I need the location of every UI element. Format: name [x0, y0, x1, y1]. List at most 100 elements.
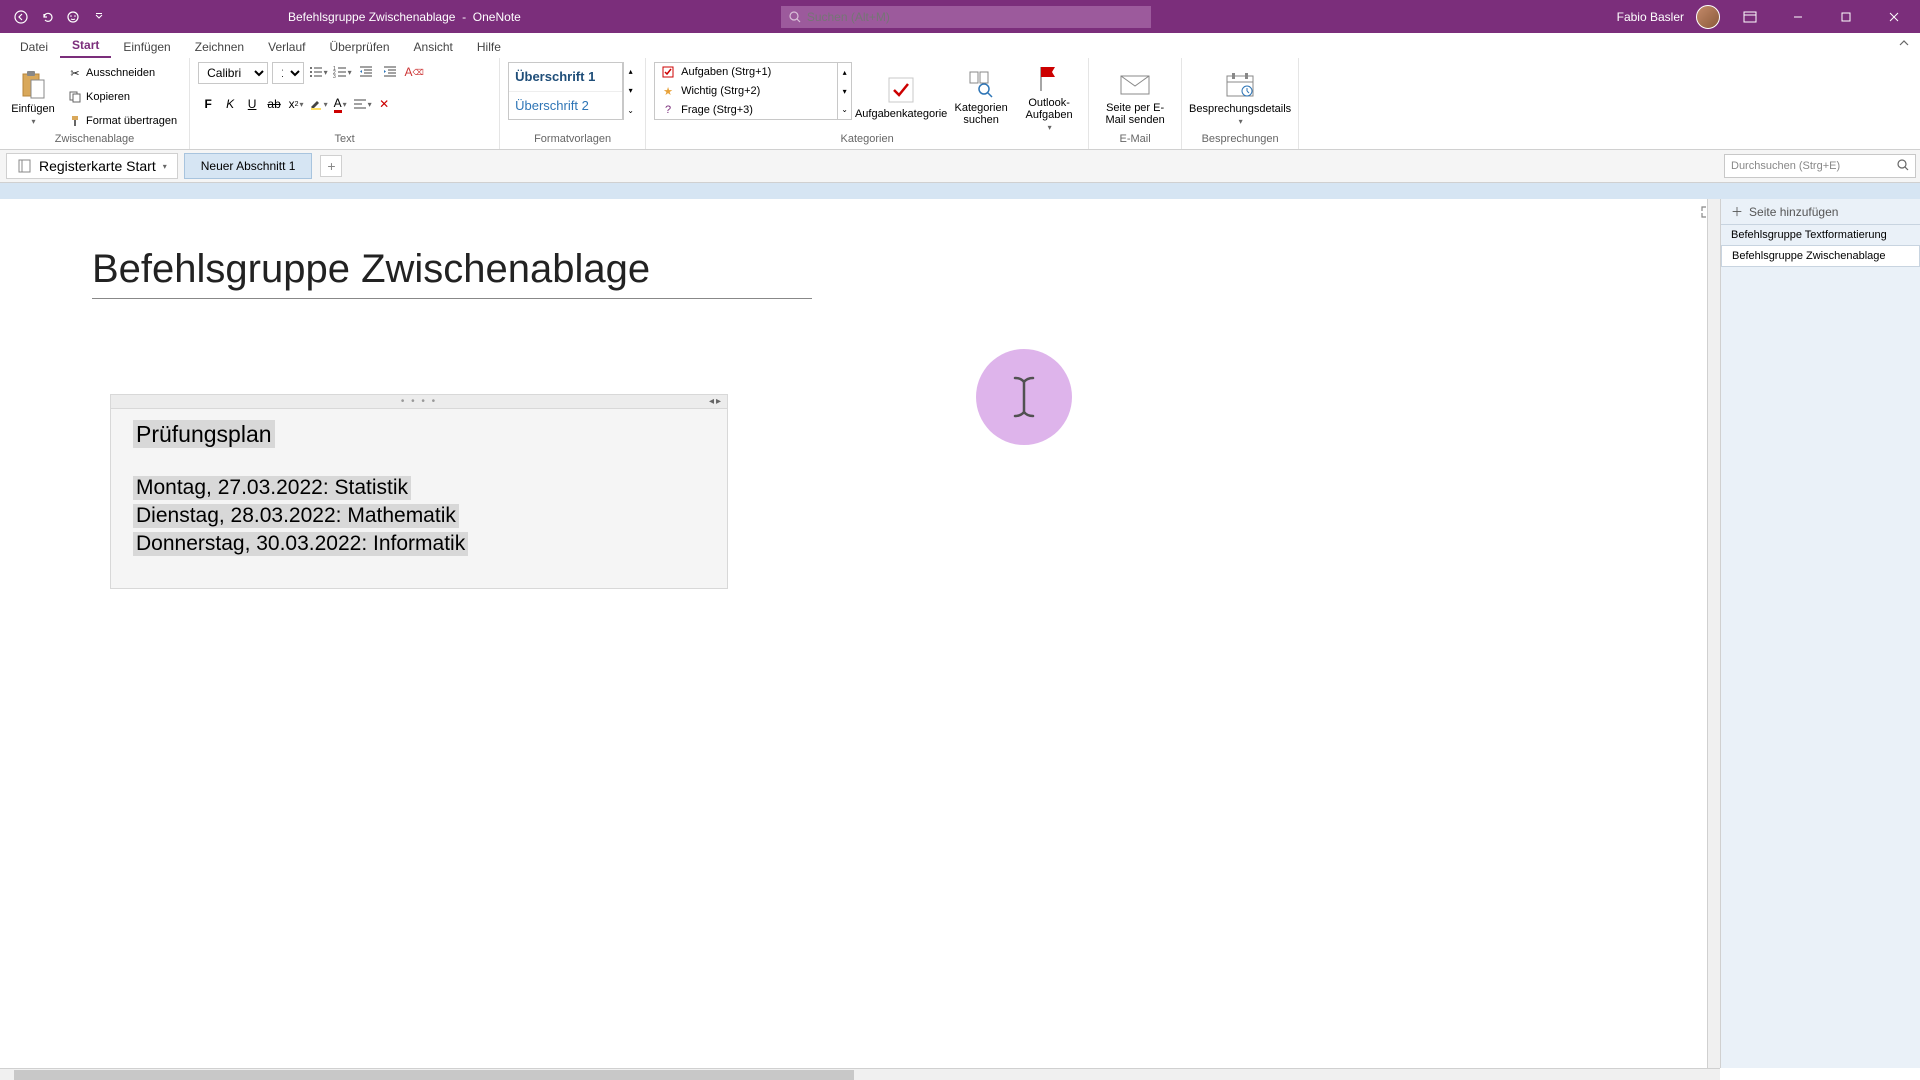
- font-name-select[interactable]: Calibri: [198, 62, 268, 84]
- ribbon-mode-icon[interactable]: [1732, 5, 1768, 29]
- notebook-dropdown[interactable]: Registerkarte Start ▾: [6, 153, 178, 179]
- tag-scroll-down[interactable]: ▾: [838, 82, 851, 101]
- delete-button[interactable]: ✕: [374, 94, 394, 114]
- ribbon-group-tags: Aufgaben (Strg+1) ★Wichtig (Strg+2) ?Fra…: [646, 58, 1089, 149]
- question-icon: ?: [661, 103, 675, 117]
- brush-icon: [68, 114, 82, 128]
- underline-button[interactable]: U: [242, 94, 262, 114]
- menu-start[interactable]: Start: [60, 34, 111, 58]
- titlebar: Befehlsgruppe Zwischenablage - OneNote F…: [0, 0, 1920, 33]
- note-nav-right-icon[interactable]: ▸: [716, 396, 721, 407]
- search-icon: [1897, 159, 1909, 174]
- style-heading1[interactable]: Überschrift 1: [509, 63, 622, 92]
- tags-group-label: Kategorien: [654, 133, 1080, 147]
- style-heading2[interactable]: Überschrift 2: [509, 92, 622, 120]
- style-scroll-up[interactable]: ▴: [624, 62, 637, 81]
- maximize-button[interactable]: [1828, 5, 1864, 29]
- cut-label: Ausschneiden: [86, 67, 155, 79]
- style-gallery-expand[interactable]: ⌄: [624, 101, 637, 120]
- menu-ueberpruefen[interactable]: Überprüfen: [317, 36, 401, 58]
- ribbon-group-email: Seite per E-Mail senden E-Mail: [1089, 58, 1182, 149]
- indent-button[interactable]: [380, 62, 400, 82]
- text-group-label: Text: [198, 133, 491, 147]
- note-container[interactable]: • • • • ◂ ▸ Prüfungsplan Montag, 27.03.2…: [110, 394, 728, 589]
- ribbon-group-styles: Überschrift 1 Überschrift 2 ▴ ▾ ⌄ Format…: [500, 58, 646, 149]
- menu-verlauf[interactable]: Verlauf: [256, 36, 317, 58]
- task-category-label: Aufgabenkategorie: [855, 108, 947, 120]
- note-line[interactable]: Montag, 27.03.2022: Statistik: [133, 476, 411, 500]
- minimize-button[interactable]: [1780, 5, 1816, 29]
- ribbon-group-clipboard: Einfügen ▾ ✂Ausschneiden Kopieren Format…: [0, 58, 190, 149]
- find-tags-button[interactable]: Kategorien suchen: [950, 62, 1012, 132]
- add-section-button[interactable]: +: [320, 155, 342, 177]
- close-button[interactable]: [1876, 5, 1912, 29]
- copy-button[interactable]: Kopieren: [64, 86, 181, 108]
- ribbon-group-text: Calibri 11 ▾ 123▾ A⌫ F K U ab x2▾ ▾ A▾ ▾…: [190, 58, 500, 149]
- section-tab[interactable]: Neuer Abschnitt 1: [184, 153, 313, 179]
- format-painter-button[interactable]: Format übertragen: [64, 110, 181, 132]
- plus-icon: ＋: [1731, 203, 1743, 220]
- add-page-button[interactable]: ＋ Seite hinzufügen: [1721, 199, 1920, 225]
- paste-button[interactable]: Einfügen ▾: [8, 62, 58, 132]
- meeting-details-button[interactable]: Besprechungsdetails▾: [1190, 62, 1290, 132]
- tag-gallery-expand[interactable]: ⌄: [838, 100, 851, 119]
- bullets-button[interactable]: ▾: [308, 62, 328, 82]
- styles-group-label: Formatvorlagen: [508, 133, 637, 147]
- page-list-item[interactable]: Befehlsgruppe Textformatierung: [1721, 225, 1920, 245]
- page-list-item[interactable]: Befehlsgruppe Zwischenablage: [1721, 245, 1920, 267]
- note-line[interactable]: Dienstag, 28.03.2022: Mathematik: [133, 504, 459, 528]
- outlook-tasks-button[interactable]: Outlook-Aufgaben▾: [1018, 62, 1080, 132]
- note-heading[interactable]: Prüfungsplan: [133, 420, 275, 448]
- tag-question[interactable]: ?Frage (Strg+3): [655, 100, 837, 119]
- note-line[interactable]: Donnerstag, 30.03.2022: Informatik: [133, 532, 468, 556]
- touch-icon[interactable]: [64, 8, 82, 26]
- collapse-ribbon-icon[interactable]: [1898, 37, 1910, 52]
- italic-button[interactable]: K: [220, 94, 240, 114]
- tag-important[interactable]: ★Wichtig (Strg+2): [655, 82, 837, 101]
- bold-button[interactable]: F: [198, 94, 218, 114]
- qat-dropdown-icon[interactable]: [90, 8, 108, 26]
- tag-scroll-up[interactable]: ▴: [838, 63, 851, 82]
- page-search-box[interactable]: Durchsuchen (Strg+E): [1724, 154, 1916, 178]
- star-icon: ★: [661, 84, 675, 98]
- section-color-strip: [0, 183, 1920, 199]
- cut-button[interactable]: ✂Ausschneiden: [64, 62, 181, 84]
- search-box[interactable]: [781, 6, 1151, 28]
- menu-zeichnen[interactable]: Zeichnen: [183, 36, 256, 58]
- menu-ansicht[interactable]: Ansicht: [402, 36, 465, 58]
- clear-format-button[interactable]: A⌫: [404, 62, 424, 82]
- align-button[interactable]: ▾: [352, 94, 372, 114]
- task-category-button[interactable]: Aufgabenkategorie: [858, 62, 944, 132]
- chevron-down-icon: ▾: [31, 117, 35, 126]
- horizontal-scrollbar[interactable]: [0, 1068, 1720, 1080]
- avatar[interactable]: [1696, 5, 1720, 29]
- page-scrollbar[interactable]: [1707, 199, 1721, 1068]
- user-name: Fabio Basler: [1617, 10, 1684, 24]
- note-drag-handle[interactable]: • • • • ◂ ▸: [111, 395, 727, 409]
- strike-button[interactable]: ab: [264, 94, 284, 114]
- outdent-button[interactable]: [356, 62, 376, 82]
- back-icon[interactable]: [12, 8, 30, 26]
- font-color-button[interactable]: A▾: [330, 94, 350, 114]
- undo-icon[interactable]: [38, 8, 56, 26]
- page-canvas[interactable]: Befehlsgruppe Zwischenablage • • • • ◂ ▸…: [0, 199, 1720, 1068]
- email-group-label: E-Mail: [1097, 133, 1173, 147]
- subscript-button[interactable]: x2▾: [286, 94, 306, 114]
- tag-search-icon: [965, 68, 997, 100]
- page-title[interactable]: Befehlsgruppe Zwischenablage: [92, 247, 812, 299]
- menu-hilfe[interactable]: Hilfe: [465, 36, 513, 58]
- note-nav-left-icon[interactable]: ◂: [709, 396, 714, 407]
- paste-label: Einfügen: [11, 103, 54, 115]
- scrollbar-thumb[interactable]: [14, 1070, 854, 1080]
- font-size-select[interactable]: 11: [272, 62, 304, 84]
- highlight-button[interactable]: ▾: [308, 94, 328, 114]
- pages-panel: ＋ Seite hinzufügen Befehlsgruppe Textfor…: [1720, 199, 1920, 1068]
- numbering-button[interactable]: 123▾: [332, 62, 352, 82]
- menu-datei[interactable]: Datei: [8, 36, 60, 58]
- style-scroll-down[interactable]: ▾: [624, 81, 637, 100]
- search-input[interactable]: [807, 10, 1143, 24]
- menu-einfuegen[interactable]: Einfügen: [111, 36, 182, 58]
- page-search-placeholder: Durchsuchen (Strg+E): [1731, 160, 1840, 172]
- tag-task[interactable]: Aufgaben (Strg+1): [655, 63, 837, 82]
- email-page-button[interactable]: Seite per E-Mail senden: [1097, 62, 1173, 132]
